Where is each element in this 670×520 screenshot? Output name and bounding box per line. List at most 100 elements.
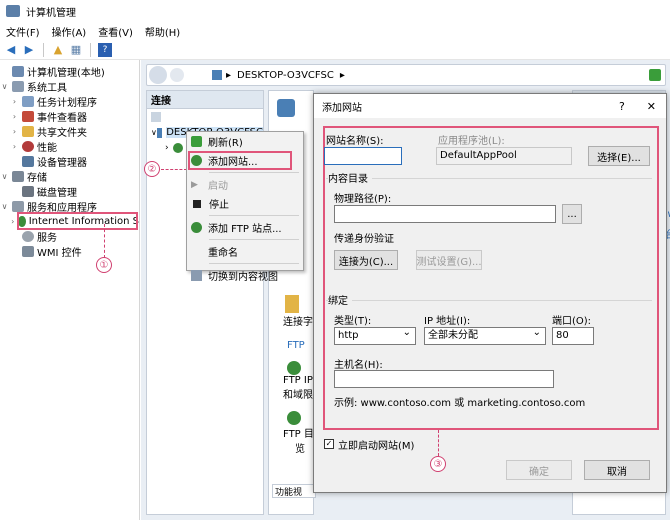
forward-icon[interactable]: ▶ bbox=[22, 43, 36, 57]
storage-icon bbox=[12, 171, 24, 182]
ok-button[interactable]: 确定 bbox=[506, 460, 572, 480]
feature-label[interactable]: 览 bbox=[269, 440, 313, 455]
annotation-marker-3: ③ bbox=[430, 456, 446, 472]
device-manager-icon bbox=[22, 156, 34, 167]
tree-item-wmi[interactable]: WMI 控件 bbox=[0, 244, 139, 259]
tree-item-root[interactable]: 计算机管理(本地) bbox=[0, 64, 139, 79]
app-pool-label: 应用程序池(L): bbox=[438, 136, 505, 147]
tree-item-disk-management[interactable]: 磁盘管理 bbox=[0, 184, 139, 199]
menu-action[interactable]: 操作(A) bbox=[52, 24, 87, 39]
menu-item-label: 停止 bbox=[209, 200, 229, 211]
back-icon[interactable]: ◀ bbox=[4, 43, 18, 57]
tree-item-storage[interactable]: ∨ 存储 bbox=[0, 169, 139, 184]
tree-item-task-scheduler[interactable]: › 任务计划程序 bbox=[0, 94, 139, 109]
menu-item-label: 启动 bbox=[208, 181, 228, 192]
shared-folder-icon bbox=[22, 126, 34, 137]
binding-label: 绑定 bbox=[328, 292, 352, 307]
port-label: 端口(O): bbox=[552, 316, 592, 327]
menu-item-stop[interactable]: 停止 bbox=[187, 194, 303, 213]
menu-divider bbox=[209, 215, 299, 216]
new-connection-icon[interactable] bbox=[151, 112, 161, 122]
address-bar[interactable]: ▸ DESKTOP-O3VCFSC ▸ bbox=[146, 64, 666, 86]
physical-path-input[interactable] bbox=[334, 205, 556, 223]
menu-item-refresh[interactable]: 刷新(R) bbox=[187, 132, 303, 151]
menu-item-start[interactable]: ▶ 启动 bbox=[187, 175, 303, 194]
annotation-leader-1 bbox=[104, 224, 105, 258]
feature-label[interactable]: FTP 目 bbox=[269, 425, 313, 440]
show-hide-tree-icon[interactable]: ▦ bbox=[69, 43, 83, 57]
menu-file[interactable]: 文件(F) bbox=[6, 24, 40, 39]
server-icon bbox=[212, 70, 222, 80]
features-header-icon bbox=[277, 99, 295, 117]
content-view-icon bbox=[191, 270, 202, 281]
up-folder-icon[interactable]: ▲ bbox=[51, 43, 65, 57]
host-name-example: 示例: www.contoso.com 或 marketing.contoso.… bbox=[334, 398, 586, 409]
back-icon[interactable] bbox=[149, 66, 167, 84]
port-input[interactable]: 80 bbox=[552, 327, 594, 345]
site-name-input[interactable] bbox=[324, 147, 402, 165]
select-app-pool-button[interactable]: 选择(E)... bbox=[588, 146, 650, 166]
host-name-input[interactable] bbox=[334, 370, 554, 388]
annotation-marker-2: ② bbox=[144, 161, 160, 177]
dialog-title: 添加网站 bbox=[322, 102, 362, 114]
test-settings-button[interactable]: 测试设置(G)... bbox=[416, 250, 482, 270]
site-name-label: 网站名称(S): bbox=[326, 136, 384, 147]
tree-item-system-tools[interactable]: ∨ 系统工具 bbox=[0, 79, 139, 94]
ftp-group-label: FTP bbox=[287, 340, 305, 351]
toolbar: ◀ ▶ ▲ ▦ ? bbox=[0, 40, 670, 60]
tree-item-event-viewer[interactable]: › 事件查看器 bbox=[0, 109, 139, 124]
connect-as-button[interactable]: 连接为(C)... bbox=[334, 250, 398, 270]
breadcrumb-server[interactable]: DESKTOP-O3VCFSC bbox=[237, 70, 334, 81]
menu-item-label: 刷新(R) bbox=[208, 138, 243, 149]
dialog-title-bar: 添加网站 ? ✕ bbox=[314, 94, 666, 118]
chevron-down-icon[interactable]: ∨ bbox=[0, 172, 9, 181]
refresh-icon[interactable] bbox=[649, 69, 661, 81]
menu-divider bbox=[209, 239, 299, 240]
help-icon[interactable]: ? bbox=[98, 42, 112, 57]
ip-address-select[interactable]: 全部未分配 bbox=[424, 327, 546, 345]
menu-item-label: 重命名 bbox=[208, 248, 238, 259]
menu-help[interactable]: 帮助(H) bbox=[145, 24, 180, 39]
tree-item-device-manager[interactable]: 设备管理器 bbox=[0, 154, 139, 169]
tools-icon bbox=[12, 81, 24, 92]
features-view-tab[interactable]: 功能视 bbox=[272, 484, 316, 498]
ftp-ip-icon bbox=[287, 361, 301, 375]
features-view-label: 功能视 bbox=[275, 488, 303, 498]
cancel-button[interactable]: 取消 bbox=[584, 460, 650, 480]
tree-item-shared-folders[interactable]: › 共享文件夹 bbox=[0, 124, 139, 139]
tree-item-iis[interactable]: › Internet Information S bbox=[0, 212, 139, 230]
binding-group bbox=[326, 300, 652, 301]
feature-label[interactable]: 连接字 bbox=[269, 313, 313, 328]
menu-item-add-ftp[interactable]: 添加 FTP 站点... bbox=[187, 218, 303, 237]
type-label: 类型(T): bbox=[334, 316, 372, 327]
tree-item-performance[interactable]: › 性能 bbox=[0, 139, 139, 154]
app-pool-field: DefaultAppPool bbox=[436, 147, 572, 165]
context-menu: 刷新(R) 添加网站... ▶ 启动 停止 添加 FTP 站点... 重命名 切换… bbox=[186, 131, 304, 283]
tree-label: 事件查看器 bbox=[37, 113, 87, 124]
dialog-close-button[interactable]: ✕ bbox=[647, 100, 656, 113]
menu-item-label: 切换到内容视图 bbox=[208, 272, 278, 283]
browse-button[interactable]: ... bbox=[562, 204, 582, 224]
chevron-down-icon[interactable]: ∨ bbox=[0, 82, 9, 91]
menu-item-switch-view[interactable]: 切换到内容视图 bbox=[187, 266, 303, 285]
event-viewer-icon bbox=[22, 111, 34, 122]
chevron-right-icon[interactable]: › bbox=[165, 143, 169, 153]
menu-item-add-site[interactable]: 添加网站... bbox=[187, 151, 303, 170]
forward-icon[interactable] bbox=[170, 68, 184, 82]
tree-item-services[interactable]: 服务 bbox=[0, 229, 139, 244]
dialog-help-button[interactable]: ? bbox=[619, 100, 625, 113]
type-select[interactable]: http bbox=[334, 327, 416, 345]
feature-label[interactable]: FTP IP bbox=[269, 375, 313, 386]
tree-label: 共享文件夹 bbox=[37, 128, 87, 139]
menu-item-rename[interactable]: 重命名 bbox=[187, 242, 303, 261]
menu-view[interactable]: 查看(V) bbox=[98, 24, 133, 39]
feature-label[interactable]: 和域限 bbox=[269, 386, 313, 401]
window-title: 计算机管理 bbox=[26, 7, 76, 19]
pass-through-auth-label: 传递身份验证 bbox=[334, 234, 394, 245]
start-now-checkbox[interactable]: ✓ bbox=[324, 439, 334, 449]
breadcrumb-chevron-icon[interactable]: ▸ bbox=[340, 70, 345, 81]
chevron-down-icon[interactable]: ∨ bbox=[0, 202, 9, 211]
ftp-dir-icon bbox=[287, 411, 301, 425]
menu-item-label: 添加 FTP 站点... bbox=[208, 224, 282, 235]
app-icon bbox=[6, 5, 20, 17]
